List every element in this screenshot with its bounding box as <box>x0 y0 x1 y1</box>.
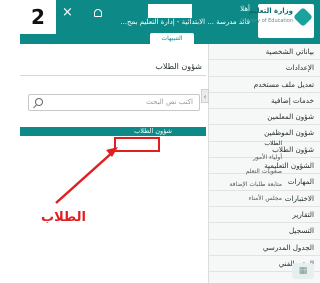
logo-text: وزارة التعليم <box>248 7 293 15</box>
menu-item-students[interactable]: الطلاب <box>264 140 282 147</box>
tab-notifications[interactable]: التنبيهات <box>150 33 194 44</box>
sidebar-item-registration[interactable]: التسجيل <box>209 223 320 240</box>
close-icon[interactable]: × <box>62 6 73 19</box>
sidebar-item-edit-user[interactable]: تعديل ملف مستخدم <box>209 77 320 93</box>
sidebar-item-settings[interactable]: الإعدادات <box>209 60 320 77</box>
search-input[interactable]: اكتب نص البحث <box>28 94 200 111</box>
sidebar-item-reports[interactable]: التقارير <box>209 207 320 224</box>
step-number-badge: 2 <box>20 0 56 34</box>
top-header: 2 × أهلا قائد مدرسة ... الابتدائية - إدا… <box>20 0 320 44</box>
bell-icon[interactable] <box>94 9 102 17</box>
menu-group-students[interactable]: شؤون الطلاب <box>20 127 206 136</box>
menu-item-addition-requests[interactable]: متابعة طلبات الإضافة <box>229 181 282 188</box>
page-title: شؤون الطلاب <box>155 62 202 71</box>
logo-subtitle: Ministry of Education <box>240 18 293 24</box>
watermark-icon: ▦ <box>292 263 314 279</box>
logo-icon <box>293 7 313 27</box>
sidebar-item-profile[interactable]: بياناتي الشخصية <box>209 44 320 61</box>
menu-item-board-of-trustees[interactable]: مجلس الأمناء <box>249 195 282 202</box>
annotation-label: الطلاب <box>41 210 86 225</box>
ministry-logo[interactable]: وزارة التعليم Ministry of Education <box>240 4 314 38</box>
sidebar-item-schedule[interactable]: الجدول المدرسي <box>209 240 320 256</box>
redacted-area <box>148 4 192 18</box>
search-placeholder: اكتب نص البحث <box>146 98 193 106</box>
search-icon[interactable] <box>35 98 43 106</box>
menu-item-learning-difficulties[interactable]: صعوبات التعلم <box>246 168 282 175</box>
highlight-box <box>114 137 160 152</box>
menu-item-guardians[interactable]: أولياء الأمور <box>253 154 282 161</box>
user-role-text: قائد مدرسة ... الابتدائية - إدارة التعلي… <box>120 18 250 26</box>
sidebar-menu: › بياناتي الشخصية الإعدادات تعديل ملف مس… <box>201 44 320 283</box>
sidebar-item-extra-services[interactable]: خدمات إضافية <box>209 93 320 110</box>
title-divider <box>20 75 206 76</box>
sidebar-item-teachers[interactable]: شؤون المعلمين <box>209 109 320 126</box>
collapse-chevron-icon[interactable]: › <box>201 89 209 103</box>
